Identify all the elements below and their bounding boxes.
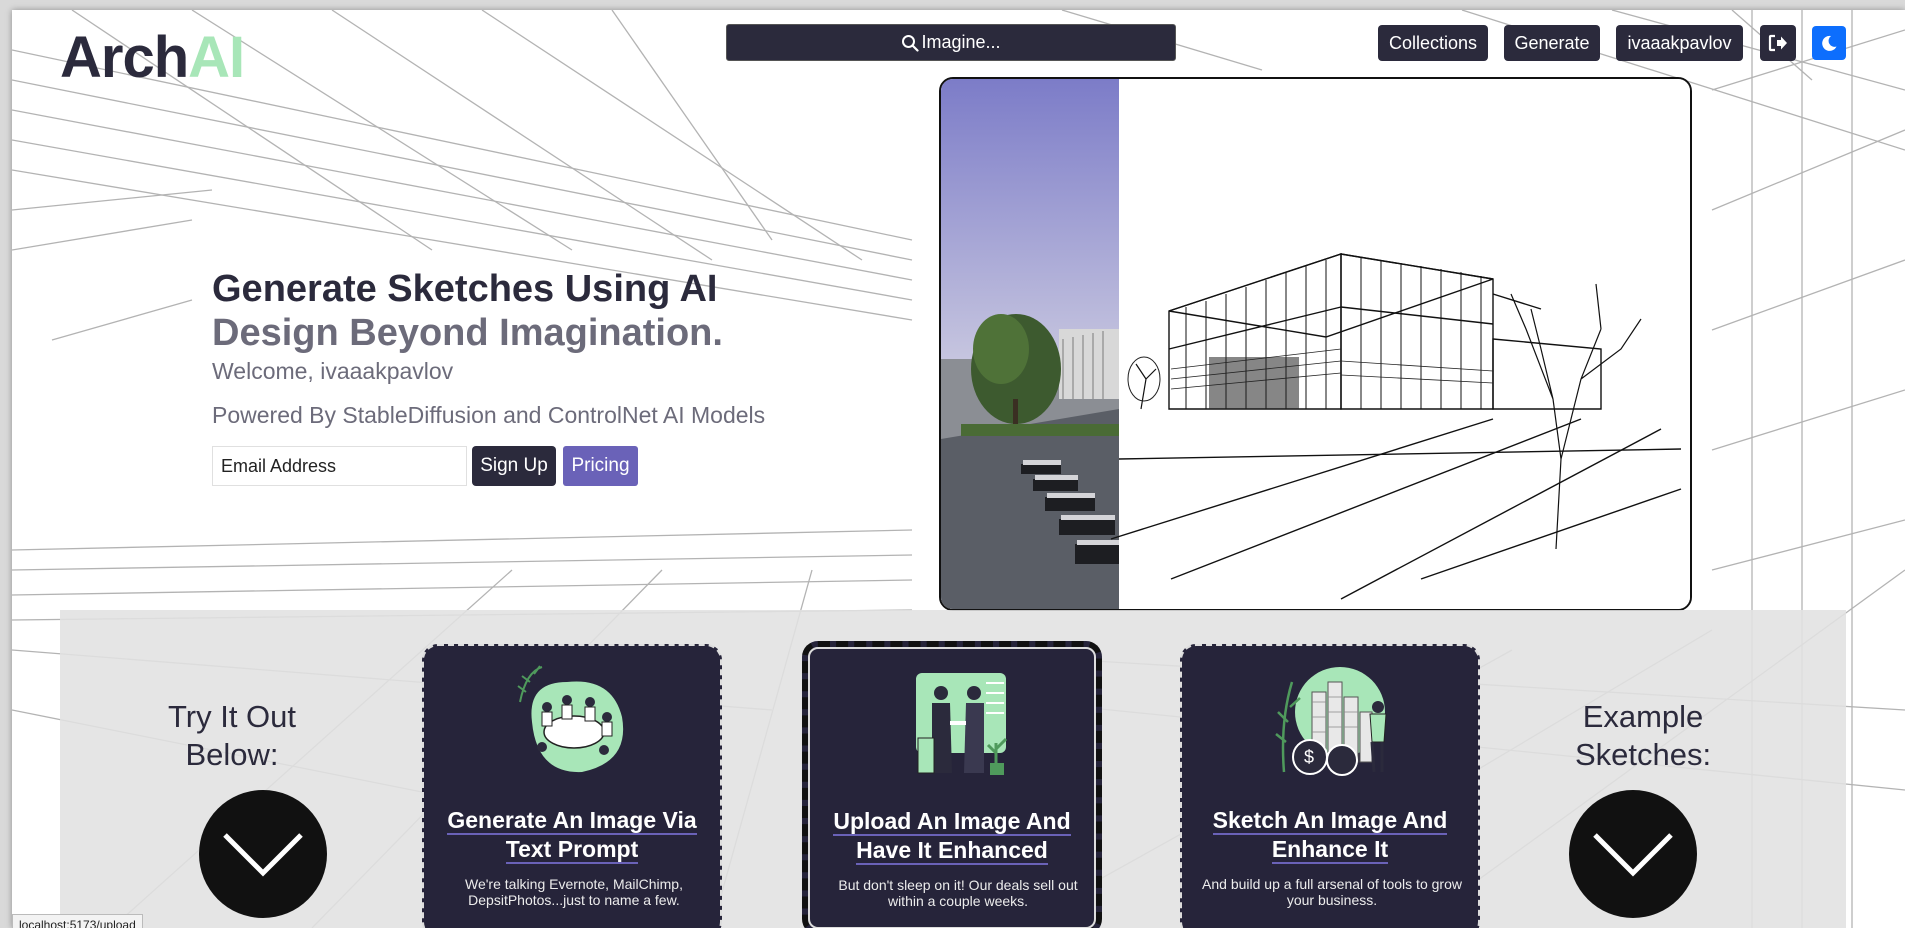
logout-icon [1768, 34, 1787, 52]
powered-by-text: Powered By StableDiffusion and ControlNe… [212, 402, 766, 428]
feature-card-upload[interactable]: Upload An Image And Have It Enhanced But… [802, 641, 1102, 928]
card-title: Upload An Image And Have It Enhanced [833, 808, 1071, 865]
search-icon [902, 34, 920, 52]
nav-generate-button[interactable]: Generate [1504, 25, 1600, 61]
chevron-down-icon [1593, 833, 1673, 877]
example-sketches-heading: Example Sketches: [1574, 699, 1712, 772]
search-label: Imagine... [921, 32, 1001, 52]
nav-user-button[interactable]: ivaaakpavlov [1616, 25, 1743, 61]
handshake-illustration [916, 673, 1008, 775]
status-bar-url: localhost:5173/upload [12, 914, 143, 928]
feature-card-sketch[interactable]: $ Sketch An Image And Enhance It And bui… [1180, 644, 1480, 928]
dark-mode-toggle[interactable] [1812, 26, 1846, 60]
card-title: Sketch An Image And Enhance It [1212, 807, 1448, 864]
hero-subtitle: Design Beyond Imagination. [212, 312, 723, 354]
search-button[interactable]: Imagine... [726, 24, 1176, 61]
pricing-button[interactable]: Pricing [563, 446, 638, 486]
showcase-carousel[interactable] [939, 77, 1692, 611]
example-sketches-scroll-button[interactable] [1569, 790, 1697, 918]
welcome-text: Welcome, ivaaakpavlov [212, 358, 454, 384]
showcase-image [941, 79, 1690, 609]
coins-illustration: $ [1275, 667, 1387, 776]
hero-title: Generate Sketches Using AI [212, 268, 718, 310]
try-it-heading: Try It Out Below: [167, 699, 297, 772]
logo-text-arch: Arch [60, 25, 189, 90]
feature-card-text-prompt[interactable]: Generate An Image Via Text Prompt We're … [422, 644, 722, 928]
email-input[interactable] [212, 446, 467, 486]
chevron-down-icon [223, 833, 303, 877]
moon-icon [1822, 35, 1837, 51]
logo-text-ai: AI [188, 25, 245, 90]
card-description: And build up a full arsenal of tools to … [1202, 876, 1462, 908]
try-it-scroll-button[interactable] [199, 790, 327, 918]
logo[interactable]: ArchAI [60, 24, 245, 91]
nav-collections-button[interactable]: Collections [1378, 25, 1488, 61]
team-meeting-illustration [517, 665, 624, 773]
page: ArchAI Imagine... Collections Generate i… [12, 10, 1905, 928]
sign-up-button[interactable]: Sign Up [472, 446, 556, 486]
logout-button[interactable] [1760, 25, 1796, 61]
svg-text:$: $ [1304, 747, 1314, 767]
card-description: We're talking Evernote, MailChimp, Depsi… [465, 876, 683, 908]
card-description: But don't sleep on it! Our deals sell ou… [838, 877, 1078, 909]
card-title: Generate An Image Via Text Prompt [447, 807, 697, 864]
